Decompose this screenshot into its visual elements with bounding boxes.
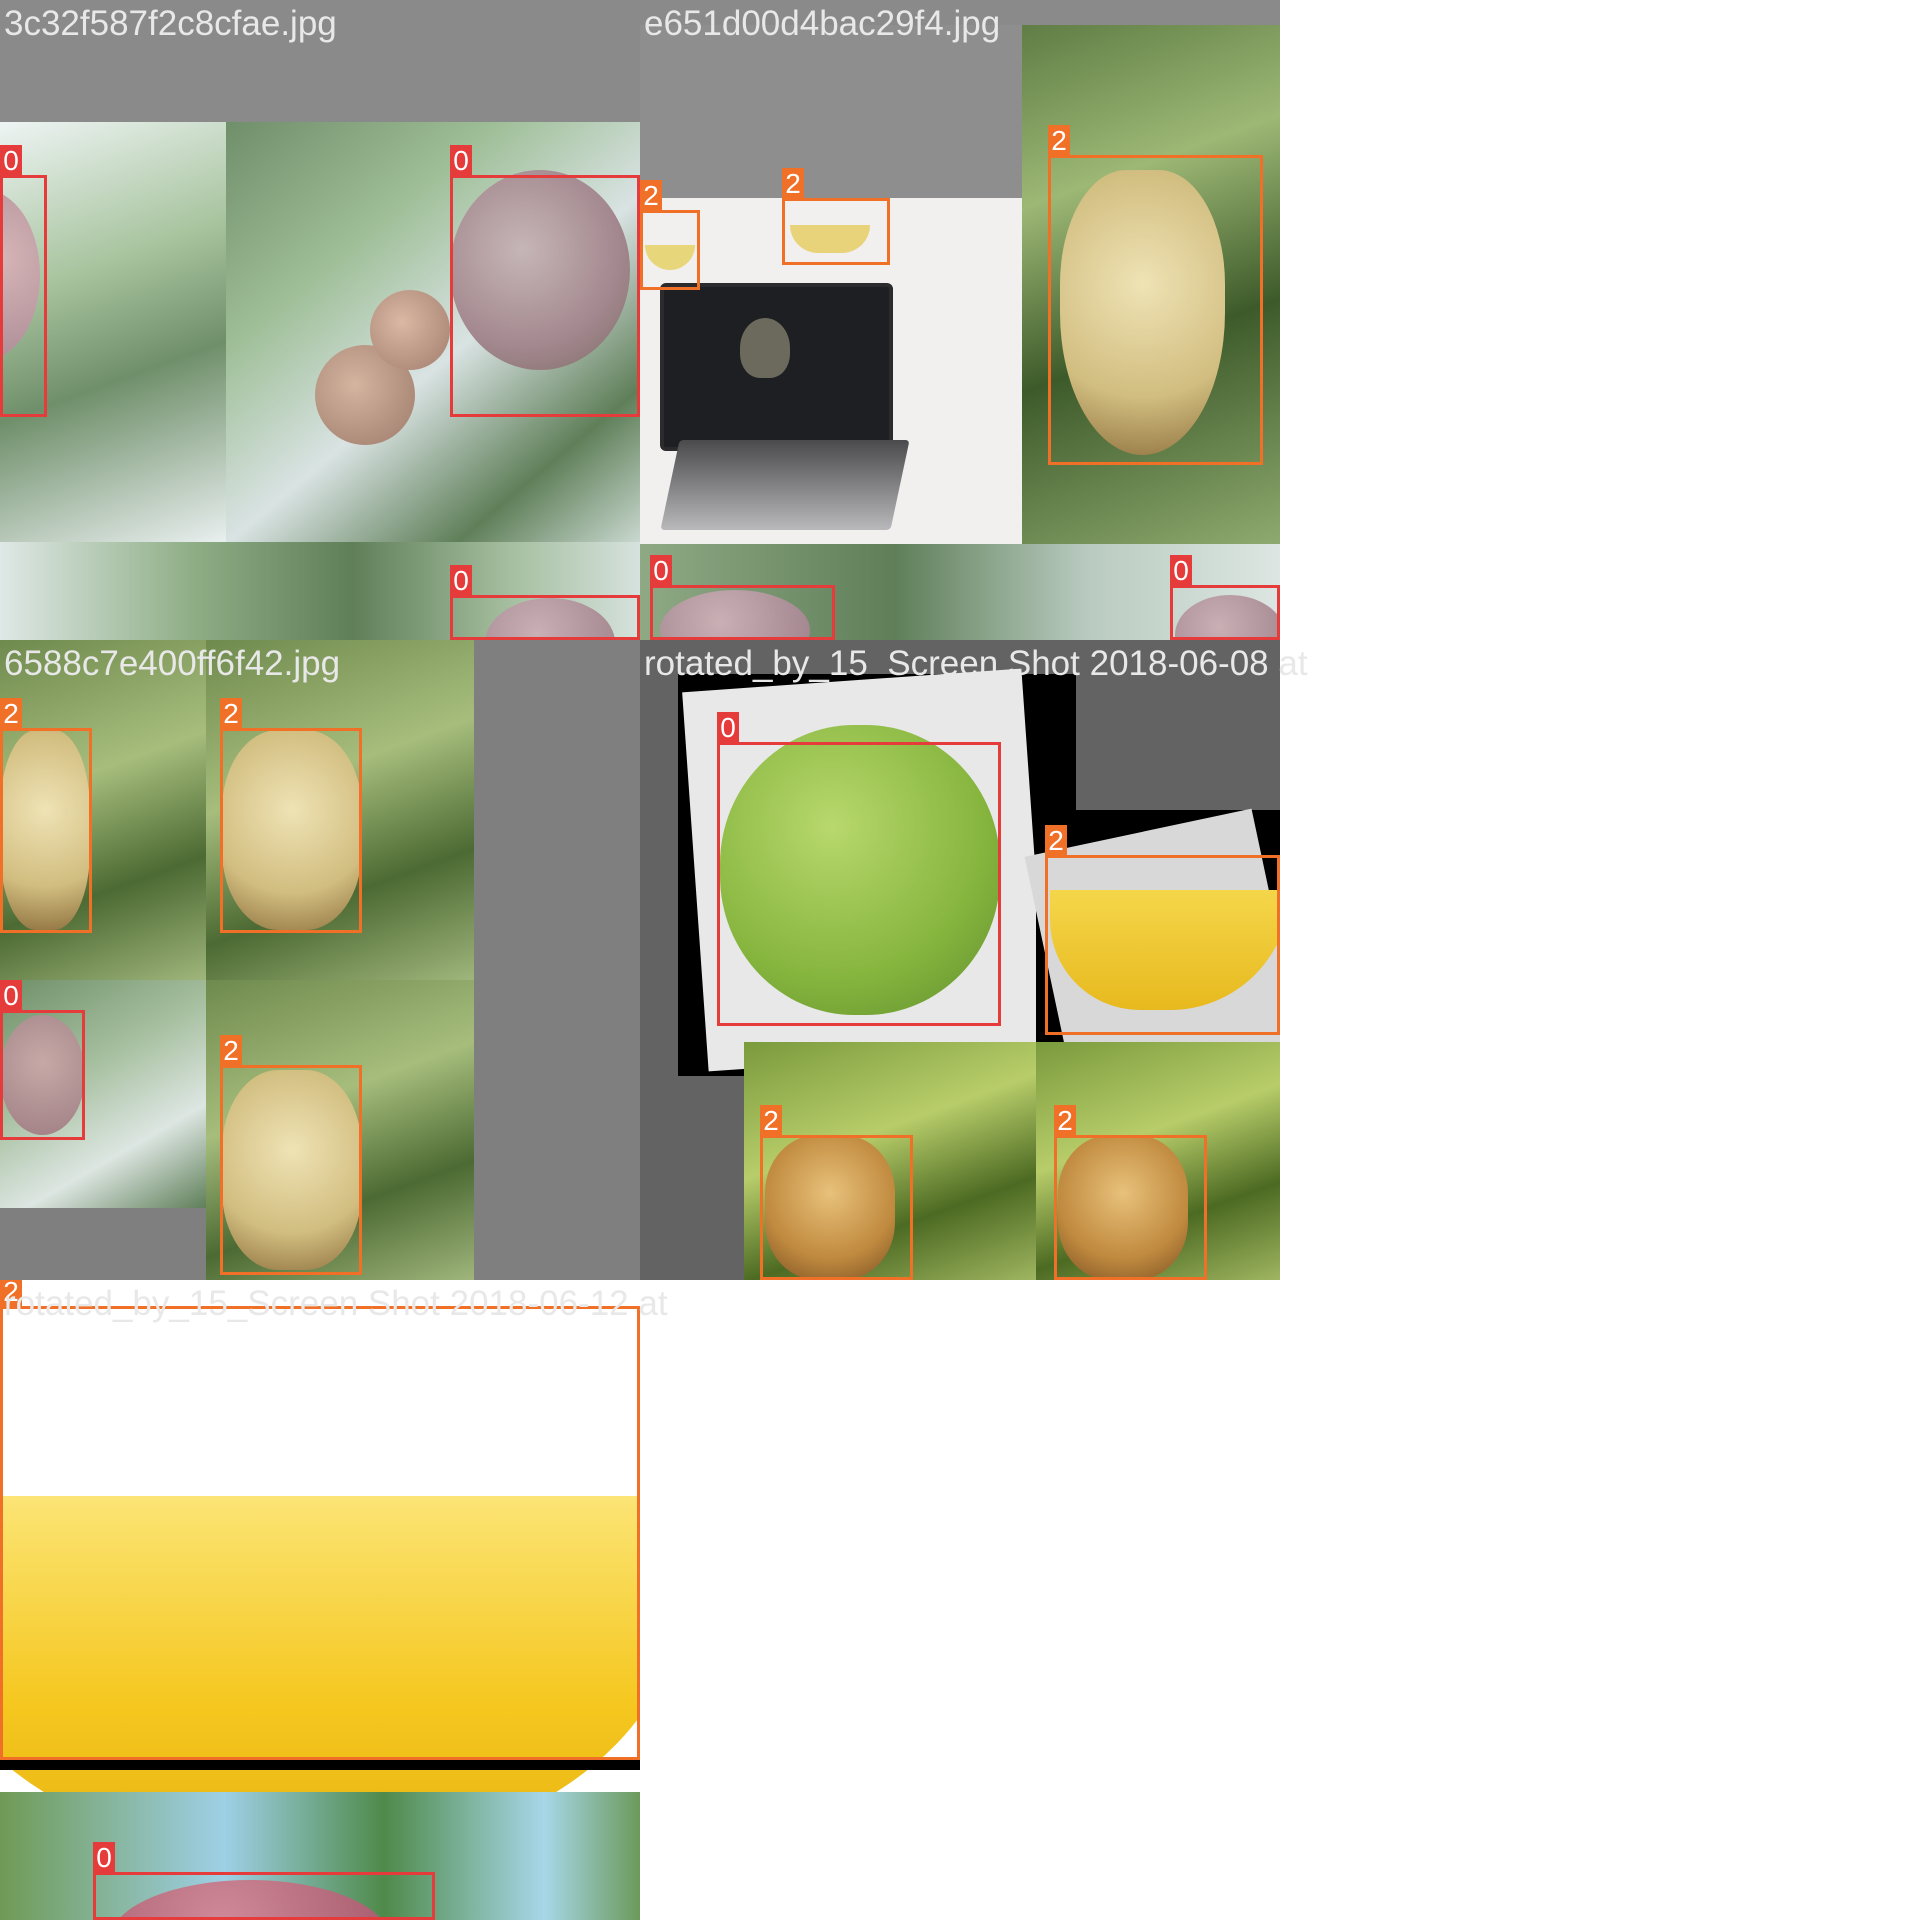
mosaic-tile-5: 2 0 rotated_by_15_Screen Shot 2018-06-12… — [0, 1280, 668, 1920]
detection-box: 2 — [220, 1035, 362, 1275]
class-label: 2 — [760, 1105, 782, 1136]
class-label: 0 — [0, 145, 22, 176]
apple-shape — [370, 290, 450, 370]
class-label: 0 — [450, 145, 472, 176]
class-label: 0 — [0, 980, 22, 1011]
tile-image-3: 2 2 0 2 — [0, 640, 640, 1280]
detection-box: 0 — [717, 712, 1001, 1026]
class-label: 2 — [1054, 1105, 1076, 1136]
detection-box: 0 — [450, 145, 640, 417]
padding-area — [640, 0, 1280, 25]
class-label: 0 — [450, 565, 472, 596]
class-label: 0 — [93, 1842, 115, 1873]
tile-image-2: 2 2 2 0 0 — [640, 0, 1280, 640]
detection-box: 0 — [93, 1842, 435, 1920]
padding-area — [0, 1208, 206, 1280]
detection-box: 2 — [0, 1280, 640, 1760]
detection-box: 2 — [640, 180, 700, 290]
detection-box: 0 — [0, 145, 47, 417]
class-label: 2 — [0, 698, 22, 729]
class-label: 2 — [1048, 125, 1070, 156]
mosaic-tile-2: 2 2 2 0 0 e651d00d4bac29f4.jpg — [640, 0, 1280, 640]
padding-area — [640, 25, 1022, 198]
class-label: 2 — [782, 168, 804, 199]
padding-area — [474, 640, 640, 1280]
class-label: 2 — [0, 1280, 22, 1307]
class-label: 2 — [1045, 825, 1067, 856]
detection-box: 0 — [650, 555, 835, 640]
mosaic-tile-3: 2 2 0 2 6588c7e400ff6f42.jpg — [0, 640, 640, 1280]
class-label: 2 — [640, 180, 662, 211]
detection-box: 2 — [220, 698, 362, 933]
laptop-keyboard — [660, 440, 910, 530]
class-label: 2 — [220, 1035, 242, 1066]
tile-image-4: 0 2 2 2 — [640, 640, 1280, 1280]
detection-box: 0 — [1170, 555, 1280, 640]
detection-box: 2 — [1048, 125, 1263, 465]
tile-image-1: 0 0 0 — [0, 0, 640, 640]
skull-logo — [740, 318, 790, 378]
class-label: 0 — [650, 555, 672, 586]
detection-box: 2 — [1054, 1105, 1207, 1280]
rotated-frame — [0, 1760, 640, 1770]
detection-box: 2 — [1045, 825, 1280, 1035]
detection-box: 0 — [450, 565, 640, 640]
class-label: 0 — [1170, 555, 1192, 586]
mosaic-tile-1: 0 0 0 3c32f587f2c8cfae.jpg — [0, 0, 640, 640]
mosaic-tile-4: 0 2 2 2 rotated_by_15_Screen Shot 2018-0… — [640, 640, 1308, 1280]
tile-image-5: 2 0 — [0, 1280, 640, 1920]
class-label: 2 — [220, 698, 242, 729]
class-label: 0 — [717, 712, 739, 743]
detection-box: 2 — [760, 1105, 913, 1280]
padding-area — [0, 0, 640, 122]
detection-box: 2 — [782, 168, 890, 265]
detection-box: 0 — [0, 980, 85, 1140]
detection-box: 2 — [0, 698, 92, 933]
